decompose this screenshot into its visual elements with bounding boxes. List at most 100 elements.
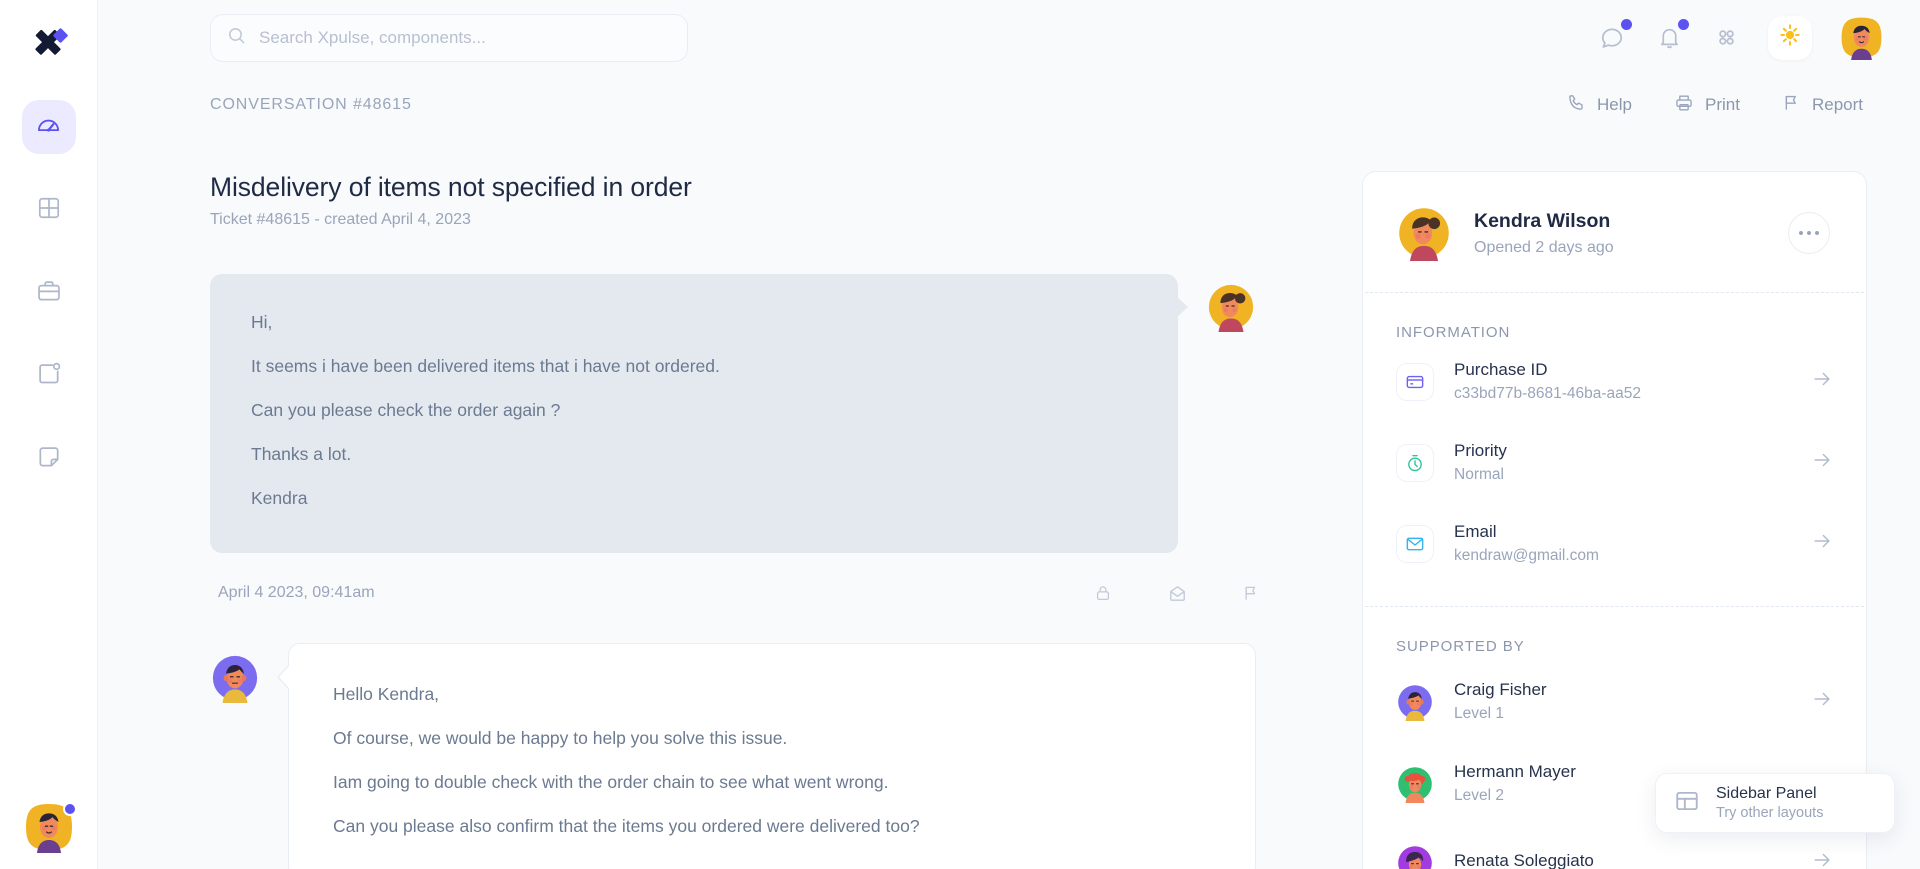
report-button[interactable]: Report xyxy=(1782,93,1863,117)
help-label: Help xyxy=(1597,95,1632,114)
info-value: c33bd77b-8681-46ba-aa52 xyxy=(1454,385,1642,402)
chevron-right-icon xyxy=(1811,368,1833,396)
gauge-icon xyxy=(35,111,62,143)
sun-icon xyxy=(1778,23,1802,52)
inbox-alert-icon xyxy=(36,361,62,392)
panel-contact-header: Kendra Wilson Opened 2 days ago xyxy=(1363,172,1866,292)
supporter-text: Renata Soleggiato xyxy=(1454,851,1811,869)
search-input[interactable] xyxy=(259,27,671,48)
message-line: Hello Kendra, xyxy=(333,684,440,704)
message-line: Iam going to double check with the order… xyxy=(333,772,889,792)
sidebar-item-work[interactable] xyxy=(22,266,76,320)
breadcrumb: CONVERSATION #48615 xyxy=(210,96,412,113)
supporter-row-renata[interactable]: Renata Soleggiato xyxy=(1363,829,1866,869)
page-actions: Help Print Report xyxy=(1362,83,1867,127)
left-nav-rail xyxy=(0,0,98,869)
phone-icon xyxy=(1567,93,1586,117)
info-row-purchase-id[interactable]: Purchase ID c33bd77b-8681-46ba-aa52 xyxy=(1363,341,1866,422)
message-line: Can you please also confirm that the ite… xyxy=(333,816,920,836)
chevron-right-icon xyxy=(1811,688,1833,716)
envelope-icon[interactable] xyxy=(1166,582,1188,604)
page-subtitle: Ticket #48615 - created April 4, 2023 xyxy=(210,211,471,228)
status-dot xyxy=(62,802,77,816)
panel-contact-text: Kendra Wilson Opened 2 days ago xyxy=(1474,210,1788,257)
xpulse-logo[interactable] xyxy=(20,16,78,74)
avatar-current-user[interactable] xyxy=(23,801,77,853)
rail-nav-list xyxy=(0,100,97,486)
printer-icon xyxy=(1674,93,1694,118)
envelope-icon xyxy=(1396,524,1434,563)
layout-panel-icon xyxy=(1674,788,1700,819)
sticky-note-icon xyxy=(36,444,62,475)
avatar-kendra[interactable] xyxy=(1206,282,1256,332)
info-text: Priority Normal xyxy=(1454,441,1811,484)
info-row-priority[interactable]: Priority Normal xyxy=(1363,422,1866,503)
contact-name: Kendra Wilson xyxy=(1474,209,1611,232)
search-icon xyxy=(227,26,246,50)
info-row-email[interactable]: Email kendraw@gmail.com xyxy=(1363,503,1866,584)
details-panel: Kendra Wilson Opened 2 days ago INFORMAT… xyxy=(1362,171,1867,869)
chat-icon[interactable] xyxy=(1597,18,1632,53)
top-bar xyxy=(98,0,1920,75)
info-title: Email xyxy=(1454,522,1497,541)
briefcase-icon xyxy=(36,278,62,309)
message-line: Of course, we would be happy to help you… xyxy=(333,728,788,748)
info-text: Email kendraw@gmail.com xyxy=(1454,522,1811,565)
supported-section-label: SUPPORTED BY xyxy=(1396,638,1525,655)
supporter-row-craig[interactable]: Craig Fisher Level 1 xyxy=(1363,665,1866,738)
avatar-renata xyxy=(1396,844,1434,869)
search-bar[interactable] xyxy=(210,13,688,62)
avatar-kendra[interactable] xyxy=(1396,205,1452,261)
dot xyxy=(1806,230,1812,236)
message-line: Hi, xyxy=(251,312,273,332)
app-root: CONVERSATION #48615 Misdelivery of items… xyxy=(0,0,1920,869)
contact-status: Opened 2 days ago xyxy=(1474,238,1614,256)
apps-grid-icon[interactable] xyxy=(1711,23,1741,53)
message-timestamp: April 4 2023, 09:41am xyxy=(218,584,375,601)
tooltip-title: Sidebar Panel xyxy=(1716,785,1817,802)
avatar-hermann xyxy=(1396,765,1434,803)
sidebar-panel-tooltip[interactable]: Sidebar Panel Try other layouts xyxy=(1655,773,1895,833)
rail-account xyxy=(0,801,97,853)
supporter-text: Craig Fisher Level 1 xyxy=(1454,680,1811,723)
chevron-right-icon xyxy=(1811,530,1833,558)
conversation-thread: CONVERSATION #48615 Misdelivery of items… xyxy=(98,75,1362,869)
print-label: Print xyxy=(1705,95,1740,114)
message-action-icons xyxy=(1092,582,1262,604)
more-options-button[interactable] xyxy=(1788,212,1830,254)
sidebar-item-inbox[interactable] xyxy=(22,349,76,403)
print-button[interactable]: Print xyxy=(1674,93,1740,118)
credit-card-icon xyxy=(1396,362,1434,401)
page-title: Misdelivery of items not specified in or… xyxy=(210,172,692,202)
sidebar-item-apps[interactable] xyxy=(22,183,76,237)
message-meta: April 4 2023, 09:41am xyxy=(210,565,1316,621)
avatar-account-menu[interactable] xyxy=(1839,15,1884,60)
message-line: Kendra xyxy=(251,488,308,508)
info-text: Purchase ID c33bd77b-8681-46ba-aa52 xyxy=(1454,360,1811,403)
sidebar-item-dashboard[interactable] xyxy=(21,100,76,154)
information-section-label: INFORMATION xyxy=(1396,324,1511,341)
dot xyxy=(1814,230,1820,236)
message-bubble: Hello Kendra, Of course, we would be hap… xyxy=(277,643,1256,869)
dot xyxy=(1798,230,1804,236)
grid-icon xyxy=(36,195,62,226)
supporter-level: Level 1 xyxy=(1454,705,1504,722)
avatar-agent[interactable] xyxy=(210,653,260,703)
chevron-right-icon xyxy=(1811,449,1833,477)
flag-icon[interactable] xyxy=(1240,582,1262,604)
info-value: kendraw@gmail.com xyxy=(1454,547,1599,564)
message-line: It seems i have been delivered items tha… xyxy=(251,356,720,376)
info-value: Normal xyxy=(1454,466,1504,483)
stopwatch-icon xyxy=(1396,443,1434,482)
info-title: Priority xyxy=(1454,441,1507,460)
supporter-name: Renata Soleggiato xyxy=(1454,850,1594,869)
theme-toggle-button[interactable] xyxy=(1768,15,1812,60)
sidebar-item-notes[interactable] xyxy=(22,432,76,486)
bell-icon[interactable] xyxy=(1654,18,1689,53)
chat-badge xyxy=(1621,18,1632,30)
message-line: Thanks a lot. xyxy=(251,444,352,464)
tooltip-text: Sidebar Panel Try other layouts xyxy=(1716,785,1823,821)
help-button[interactable]: Help xyxy=(1567,93,1632,117)
lock-icon[interactable] xyxy=(1092,582,1114,604)
message-incoming: Hi, It seems i have been delivered items… xyxy=(210,274,1316,553)
